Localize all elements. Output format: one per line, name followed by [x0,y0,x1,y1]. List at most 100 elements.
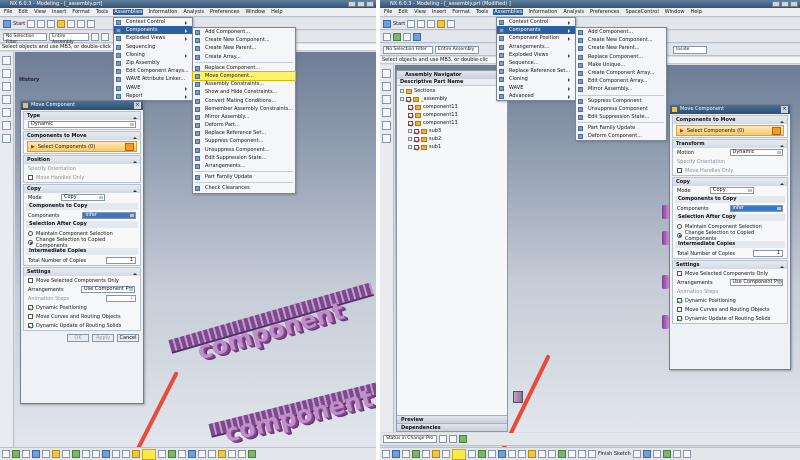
components-to-copy-header[interactable]: Components to Copy [675,196,785,203]
menu-item-suppress-component[interactable]: Suppress Component [576,97,666,105]
apply-button[interactable]: Apply [92,334,114,342]
move-handles-only-checkbox[interactable] [677,168,682,173]
menu-format[interactable]: Format [451,9,471,15]
total-copies-input[interactable]: 1 [106,257,136,264]
minimize-button[interactable] [772,1,780,7]
move-component-toolbar-icon[interactable] [142,448,156,460]
roles-icon[interactable] [2,95,11,104]
assembly-scope-dropdown[interactable]: Entire Assembly [49,32,89,45]
toolbar-icon[interactable] [158,450,166,458]
select-components-row[interactable]: ▶ Select Components (0) [27,141,137,152]
change-selection-radio[interactable] [677,233,682,238]
visibility-checkbox[interactable] [414,128,419,134]
finish-sketch-icon[interactable] [588,450,596,458]
expand-icon[interactable] [400,89,404,93]
copy-header[interactable]: Copy [673,178,787,186]
menu-preferences[interactable]: Preferences [209,9,240,15]
menu-item-edit-component-array[interactable]: Edit Component Array... [576,77,666,85]
mode-dropdown[interactable]: Copy [61,194,105,201]
menu-item-suppress-component[interactable]: Suppress Component... [193,137,295,145]
toolbar-icon[interactable] [228,450,236,458]
expand-icon[interactable] [408,137,412,141]
toolbar-icon[interactable] [22,450,30,458]
snap-point-dropdown[interactable]: Inside [673,45,707,54]
toolbar-icon[interactable] [432,450,440,458]
copy-header[interactable]: Copy [24,185,140,193]
menu-item-assembly-constraints[interactable]: Assembly Constraints... [193,80,295,88]
position-header[interactable]: Position [24,156,140,164]
settings-header[interactable]: Settings [673,261,787,269]
tree-item[interactable]: sub1 [400,143,504,151]
toolbar-icon[interactable] [548,450,556,458]
menu-item-deform-component[interactable]: Deform Component... [576,132,666,140]
transform-header[interactable]: Transform [673,140,787,148]
toolbar-icon[interactable] [498,450,506,458]
mode-dropdown[interactable]: Copy [710,187,754,194]
arrangements-dropdown[interactable]: Use Component Pro [729,279,783,286]
menu-window[interactable]: Window [664,9,686,15]
menu-file[interactable]: File [383,9,393,15]
history-icon[interactable] [382,69,391,78]
dialog-close-button[interactable]: × [781,106,788,113]
menu-window[interactable]: Window [244,9,266,15]
toolbar-icon[interactable] [413,32,421,41]
selection-filter-dropdown[interactable]: No Selection Filter [3,32,47,45]
menu-item-edit-component-arrays[interactable]: Edit Component Arrays... [114,67,192,75]
menu-item-mirror-assembly[interactable]: Mirror Assembly... [193,113,295,121]
assembly-navigator-icon[interactable] [2,69,11,78]
move-curves-checkbox[interactable] [28,314,33,319]
tree-item[interactable]: component13 [400,111,504,119]
menu-item-show-and-hide-constraints[interactable]: Show and Hide Constraints... [193,88,295,96]
toolbar-icon[interactable] [652,450,661,458]
menu-item-mirror-assembly[interactable]: Mirror Assembly... [576,85,666,93]
component-3d-text[interactable]: component [194,297,347,366]
menu-assemblies[interactable]: Assemblies [113,9,144,15]
settings-header[interactable]: Settings [24,268,140,276]
menu-item-wave-attribute-linker[interactable]: WAVE Attribute Linker... [114,75,192,83]
open-icon[interactable] [37,19,46,28]
clock-icon[interactable] [382,134,391,143]
menu-item-report[interactable]: Report [114,92,192,100]
visibility-checkbox[interactable] [408,104,413,110]
toolbar-icon[interactable] [382,450,390,458]
toolbar-icon[interactable] [442,450,450,458]
save-icon[interactable] [427,19,436,28]
descriptive-part-name-column[interactable]: Descriptive Part Name [397,79,507,86]
intermediate-copies-header[interactable]: Intermediate Copies [675,241,785,248]
toolbar-icon[interactable] [568,450,576,458]
type-header[interactable]: Type [24,112,140,120]
toolbar-icon[interactable] [178,450,186,458]
close-button[interactable] [366,1,374,7]
menu-preferences[interactable]: Preferences [589,9,620,15]
menu-item-move-component[interactable]: Move Component... [192,70,296,82]
menu-insert[interactable]: Insert [431,9,447,15]
toolbar-icon[interactable] [402,450,410,458]
menu-file[interactable]: File [3,9,13,15]
menu-format[interactable]: Format [71,9,91,15]
components-to-copy-header[interactable]: Components to Copy [26,203,138,210]
menu-item-exploded-views[interactable]: Exploded Views [114,34,192,42]
menu-item-replace-reference-set[interactable]: Replace Reference Set... [497,67,575,75]
toolbar-icon[interactable] [218,450,226,458]
menu-item-create-new-component[interactable]: Create New Component... [193,36,295,44]
toolbar-icon[interactable] [403,32,411,41]
components-to-move-header[interactable]: Components to Move [673,116,787,124]
menu-edit[interactable]: Edit [17,9,29,15]
minimize-button[interactable] [348,1,356,7]
visibility-checkbox[interactable] [414,144,419,150]
toolbar-icon[interactable] [42,450,50,458]
toolbar-icon[interactable] [248,450,256,458]
toolbar-icon[interactable] [578,450,586,458]
visibility-checkbox[interactable] [408,120,413,126]
menu-item-arrangements[interactable]: Arrangements... [497,43,575,51]
clock-icon[interactable] [2,134,11,143]
toolbar-icon[interactable] [488,450,496,458]
toolbar-icon[interactable] [52,450,60,458]
arrangements-dropdown[interactable]: Use Component Pro [81,286,135,293]
visibility-checkbox[interactable] [414,136,419,142]
components-to-move-header[interactable]: Components to Move [24,132,140,140]
motion-dropdown[interactable]: Dynamic [729,149,783,156]
component-part[interactable] [662,275,669,289]
toolbar-icon[interactable] [62,450,70,458]
components-dropdown[interactable]: infer [82,212,136,219]
